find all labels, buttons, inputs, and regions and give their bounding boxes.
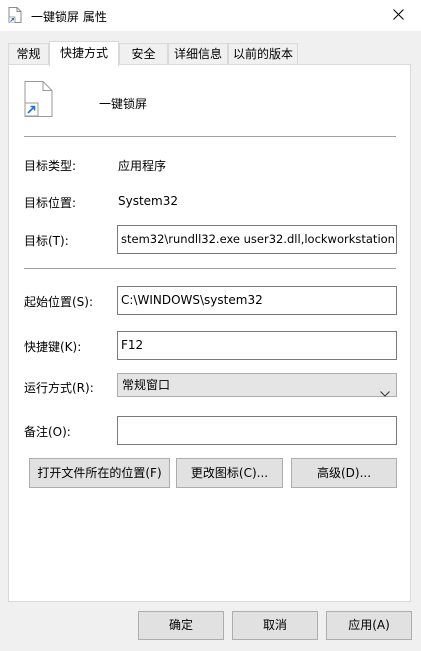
advanced-button[interactable]: 高级(D)... (291, 458, 397, 488)
open-file-location-button[interactable]: 打开文件所在的位置(F) (29, 458, 170, 488)
close-button[interactable] (375, 0, 421, 31)
start-in-field[interactable]: C:\WINDOWS\system32 (117, 286, 397, 315)
ok-button[interactable]: 确定 (138, 611, 224, 640)
target-location-value: System32 (118, 194, 179, 208)
chevron-down-icon (380, 382, 390, 404)
run-select-value: 常规窗口 (122, 378, 171, 392)
shortcut-file-icon (23, 81, 53, 117)
start-in-label: 起始位置(S): (24, 295, 94, 309)
comment-label: 备注(O): (24, 425, 71, 439)
target-field[interactable]: stem32\rundll32.exe user32.dll,lockworks… (117, 225, 397, 254)
shortcut-tab-panel: 一键锁屏 目标类型: 应用程序 目标位置: System32 目标(T): st… (8, 64, 411, 602)
target-type-value: 应用程序 (118, 159, 167, 173)
change-icon-button[interactable]: 更改图标(C)... (176, 458, 283, 488)
divider (24, 136, 396, 137)
tab-previous-versions[interactable]: 以前的版本 (228, 43, 298, 65)
run-label: 运行方式(R): (24, 381, 94, 395)
title-bar: 一键锁屏 属性 (0, 0, 421, 31)
window-title: 一键锁屏 属性 (31, 10, 107, 24)
divider (24, 268, 396, 269)
target-location-label: 目标位置: (24, 196, 77, 210)
cancel-button[interactable]: 取消 (232, 611, 318, 640)
apply-button[interactable]: 应用(A) (326, 611, 412, 640)
run-select[interactable]: 常规窗口 (117, 373, 397, 397)
comment-field[interactable] (117, 416, 397, 445)
tab-security[interactable]: 安全 (119, 43, 168, 65)
close-icon (392, 8, 404, 23)
target-label: 目标(T): (24, 234, 69, 248)
tab-general[interactable]: 常规 (8, 43, 49, 65)
hotkey-label: 快捷键(K): (24, 340, 82, 354)
shortcut-file-icon (8, 7, 22, 24)
tab-shortcut[interactable]: 快捷方式 (49, 41, 119, 66)
tab-details[interactable]: 详细信息 (168, 43, 228, 65)
shortcut-name: 一键锁屏 (99, 97, 148, 111)
hotkey-field[interactable]: F12 (117, 331, 397, 360)
target-type-label: 目标类型: (24, 159, 77, 173)
